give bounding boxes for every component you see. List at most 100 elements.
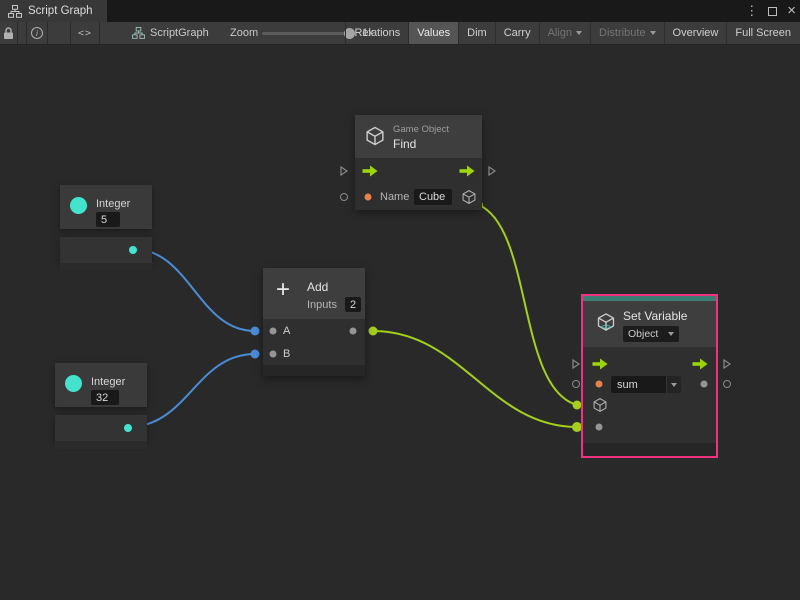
graph-icon [8,5,22,18]
integer-type-icon [65,375,82,392]
integer-literal-body: Integer 32 [55,363,147,407]
wire-integer32-to-add-b[interactable] [128,354,255,427]
node-header: <> Set Variable Object [583,301,716,347]
toolbar: i <> ScriptGraph Zoom 1x Relations [0,22,800,45]
inputs-label: Inputs [307,299,337,311]
chevron-down-icon [671,383,677,387]
fullscreen-button[interactable]: Full Screen [726,22,799,44]
flow-input-port[interactable] [593,359,608,370]
menu-icon[interactable]: ⋮ [745,0,758,22]
inputs-count-input[interactable]: 2 [345,297,361,312]
node-gameobject-find[interactable]: Game Object Find Name Cube [355,115,482,210]
integer-literal-body: Integer 5 [60,185,152,229]
unity-visual-scripting-window: Script Graph ⋮ × i <> [0,0,800,600]
zoom-label: Zoom [230,22,258,44]
value-input-outer-port[interactable] [340,193,348,201]
node-title: Set Variable [623,309,687,323]
node-set-variable[interactable]: <> Set Variable Object sum [581,294,718,458]
tab-script-graph[interactable]: Script Graph [0,0,107,22]
zoom-slider[interactable] [262,22,354,44]
integer-type-label: Integer [96,198,130,210]
flow-output-outer-port[interactable] [488,166,496,176]
integer-type-label: Integer [91,376,125,388]
object-target-input-port[interactable] [593,398,608,413]
distribute-button[interactable]: Distribute [590,22,663,44]
flow-output-outer-port[interactable] [723,359,731,369]
integer-output-port[interactable] [124,424,132,432]
value-output-outer-port[interactable] [723,380,731,388]
info-icon: i [31,27,43,39]
value-input-outer-port[interactable] [572,380,580,388]
name-label: Name [380,191,409,203]
connection-endpoint [251,350,260,359]
node-title: Add [307,280,328,294]
titlebar: Script Graph ⋮ × [0,0,800,22]
svg-text:<>: <> [601,323,612,332]
carry-button[interactable]: Carry [495,22,539,44]
value-input-port[interactable] [596,424,603,431]
add-input-a-port[interactable] [269,328,276,335]
node-integer-b[interactable]: Integer 32 [55,363,147,449]
input-b-label: B [283,348,290,360]
align-button[interactable]: Align [539,22,590,44]
node-footer [60,263,152,271]
integer-value-input[interactable]: 5 [96,212,120,227]
graph-name-label: ScriptGraph [150,27,209,39]
connection-endpoint [251,327,260,336]
integer-output-port[interactable] [129,246,137,254]
graph-breadcrumb[interactable]: ScriptGraph [132,22,209,44]
close-icon[interactable]: × [787,0,796,22]
variable-name-dropdown[interactable]: sum [611,376,681,393]
node-footer [583,443,716,456]
integer-port-section [60,237,152,263]
lock-button[interactable] [0,22,18,44]
values-button[interactable]: Values [408,22,458,44]
relations-button[interactable]: Relations [345,22,408,44]
code-icon: <> [78,28,92,39]
node-header: Game Object Find [355,115,482,158]
edit-source-button[interactable]: <> [70,22,100,44]
flow-output-port[interactable] [693,359,708,370]
integer-port-section [55,415,147,441]
node-title: Find [393,137,416,151]
flow-output-port[interactable] [460,166,475,177]
flow-input-port[interactable] [363,166,378,177]
add-input-b-port[interactable] [269,351,276,358]
wire-add-to-setvariable[interactable] [373,331,577,427]
zoom-slider-track[interactable] [262,32,354,35]
flow-input-outer-port[interactable] [340,166,348,176]
name-input-port[interactable] [365,194,372,201]
integer-type-icon [70,197,87,214]
window-controls: ⋮ × [745,0,796,22]
add-sum-output-port[interactable] [350,328,357,335]
node-footer [55,441,147,449]
node-header: + Add Inputs 2 [263,268,365,319]
inspect-button[interactable]: i [26,22,48,44]
graph-canvas[interactable]: Integer 5 Integer 32 + Add [0,45,800,600]
chevron-down-icon [650,31,656,35]
integer-value-input[interactable]: 32 [91,390,119,405]
node-integer-a[interactable]: Integer 5 [60,185,152,271]
wire-find-to-setvariable[interactable] [479,205,577,405]
flow-input-outer-port[interactable] [572,359,580,369]
tab-title: Script Graph [28,5,93,17]
variable-value-output-port[interactable] [701,381,708,388]
dropdown-caret-box[interactable] [666,376,681,393]
set-variable-icon: <> [597,313,616,332]
chevron-down-icon [668,332,674,336]
overview-button[interactable]: Overview [664,22,727,44]
gameobject-output-port[interactable] [462,190,477,205]
node-footer [263,365,365,376]
script-graph-icon [132,27,145,39]
chevron-down-icon [576,31,582,35]
gameobject-cube-icon [365,126,385,146]
name-value-input[interactable]: Cube [414,189,452,205]
dim-button[interactable]: Dim [458,22,495,44]
connection-endpoint [369,327,378,336]
node-category: Game Object [393,124,449,135]
variable-name-input-port[interactable] [596,381,603,388]
maximize-icon[interactable] [768,7,777,16]
add-icon: + [276,276,290,304]
node-add[interactable]: + Add Inputs 2 A B [263,268,365,376]
variable-kind-dropdown[interactable]: Object [623,326,679,342]
